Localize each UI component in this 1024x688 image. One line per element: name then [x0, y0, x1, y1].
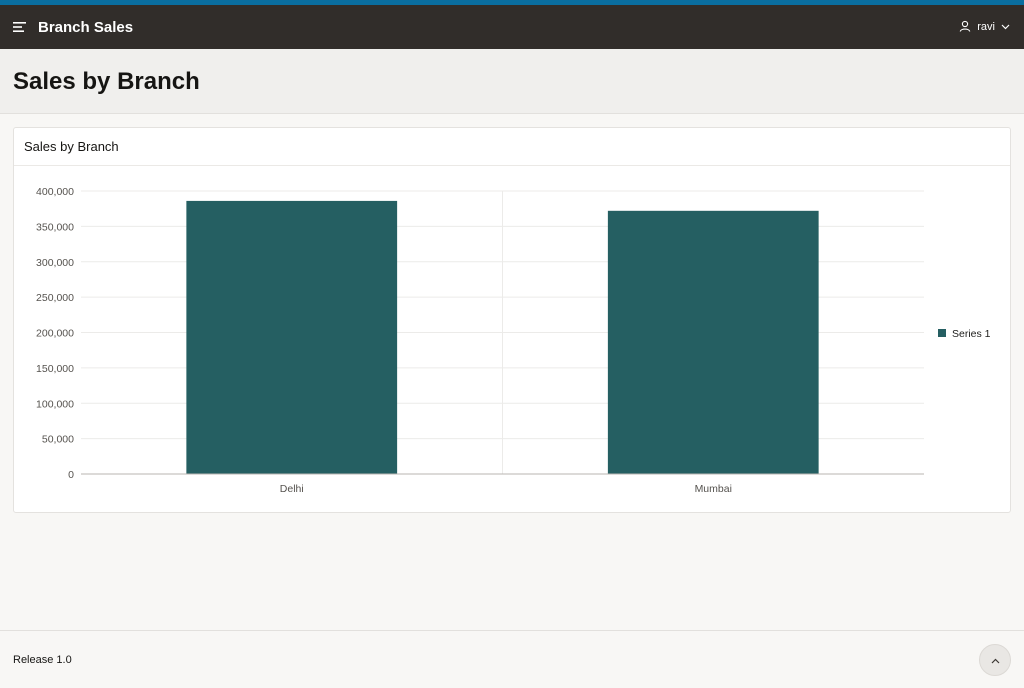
y-tick-label: 200,000	[36, 328, 74, 340]
legend-swatch	[938, 329, 946, 337]
y-tick-label: 0	[68, 469, 74, 481]
y-tick-label: 400,000	[36, 186, 74, 198]
bar-chart: 0 50,000 100,000 150,000 200,000 250,000 300,0…	[36, 186, 991, 495]
page-title-band: Sales by Branch	[0, 49, 1024, 114]
y-tick-label: 350,000	[36, 221, 74, 233]
chevron-up-icon	[991, 651, 1000, 669]
user-icon	[959, 20, 971, 35]
chevron-down-icon	[1001, 21, 1010, 33]
hamburger-menu-icon[interactable]	[0, 5, 40, 49]
legend-label: Series 1	[952, 328, 991, 340]
y-tick-label: 250,000	[36, 292, 74, 304]
bar-mumbai	[607, 210, 819, 474]
region-title: Sales by Branch	[24, 139, 119, 154]
app-title[interactable]: Branch Sales	[38, 19, 133, 36]
app-header: Branch Sales ravi	[0, 5, 1024, 49]
user-name: ravi	[977, 21, 995, 33]
bar-delhi	[186, 200, 398, 474]
page-title: Sales by Branch	[13, 68, 200, 95]
release-label: Release 1.0	[13, 654, 72, 666]
x-tick-label: Delhi	[280, 483, 304, 495]
y-tick-label: 100,000	[36, 398, 74, 410]
y-tick-label: 300,000	[36, 257, 74, 269]
chart-region: Sales by Branch 0 50,000 100,000 150,000 200…	[13, 127, 1011, 513]
x-tick-label: Mumbai	[695, 483, 732, 495]
y-tick-label: 150,000	[36, 363, 74, 375]
region-header: Sales by Branch	[14, 128, 1010, 166]
y-tick-label: 50,000	[42, 434, 74, 446]
page-footer: Release 1.0	[0, 630, 1024, 688]
user-menu[interactable]: ravi	[959, 5, 1010, 49]
scroll-to-top-button[interactable]	[979, 644, 1011, 676]
